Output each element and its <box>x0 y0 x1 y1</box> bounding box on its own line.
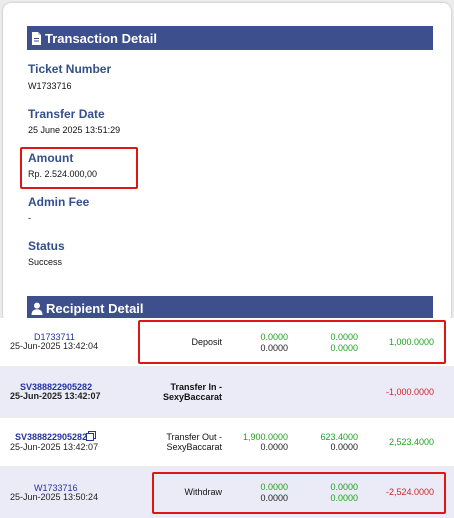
admin-fee-label: Admin Fee <box>28 195 90 209</box>
col1-bottom: 0.0000 <box>260 442 288 452</box>
recipient-detail-header: Recipient Detail <box>27 296 433 320</box>
transaction-detail-title: Transaction Detail <box>45 30 157 46</box>
col2-bottom: 0.0000 <box>330 442 358 452</box>
transaction-detail-card: Transaction Detail Ticket Number W173371… <box>3 3 451 323</box>
ticket-number-label: Ticket Number <box>28 62 112 76</box>
transaction-type-line1: Transfer In - <box>170 382 222 392</box>
col2-top: 623.4000 <box>320 432 358 442</box>
transaction-type-line1: Transfer Out - <box>166 432 222 442</box>
transaction-ref-link[interactable]: SV388822905282 <box>15 432 87 442</box>
transaction-amount: -1,000.0000 <box>385 387 434 397</box>
transactions-table: D1733711 25-Jun-2025 13:42:04 Deposit 0.… <box>0 318 454 518</box>
admin-fee-value: - <box>28 213 31 223</box>
ticket-number-value: W1733716 <box>28 81 72 91</box>
document-icon <box>31 31 42 45</box>
col1-top: 1,900.0000 <box>242 432 288 442</box>
withdraw-highlight <box>152 472 446 514</box>
transaction-time: 25-Jun-2025 13:50:24 <box>10 492 99 502</box>
transaction-time: 25-Jun-2025 13:42:07 <box>10 442 99 452</box>
transaction-amount: 2,523.4000 <box>388 437 434 447</box>
status-value: Success <box>28 257 63 267</box>
recipient-detail-title: Recipient Detail <box>46 300 144 316</box>
transaction-time: 25-Jun-2025 13:42:04 <box>10 341 99 351</box>
deposit-highlight <box>138 320 446 364</box>
transfer-date-label: Transfer Date <box>28 107 105 121</box>
transaction-type-line2: SexyBaccarat <box>166 442 222 452</box>
status-label: Status <box>28 239 65 253</box>
user-icon <box>31 302 43 315</box>
table-row: SV388822905282 25-Jun-2025 13:42:07 Tran… <box>0 367 454 417</box>
amount-value: Rp. 2.524.000,00 <box>28 169 98 179</box>
transaction-detail-header: Transaction Detail <box>27 26 433 50</box>
transfer-date-value: 25 June 2025 13:51:29 <box>28 125 121 135</box>
table-row: SV388822905282 25-Jun-2025 13:42:07 Tran… <box>0 418 454 466</box>
transaction-time: 25-Jun-2025 13:42:07 <box>10 391 101 401</box>
amount-label: Amount <box>28 151 74 165</box>
transaction-type-line2: SexyBaccarat <box>162 392 222 402</box>
